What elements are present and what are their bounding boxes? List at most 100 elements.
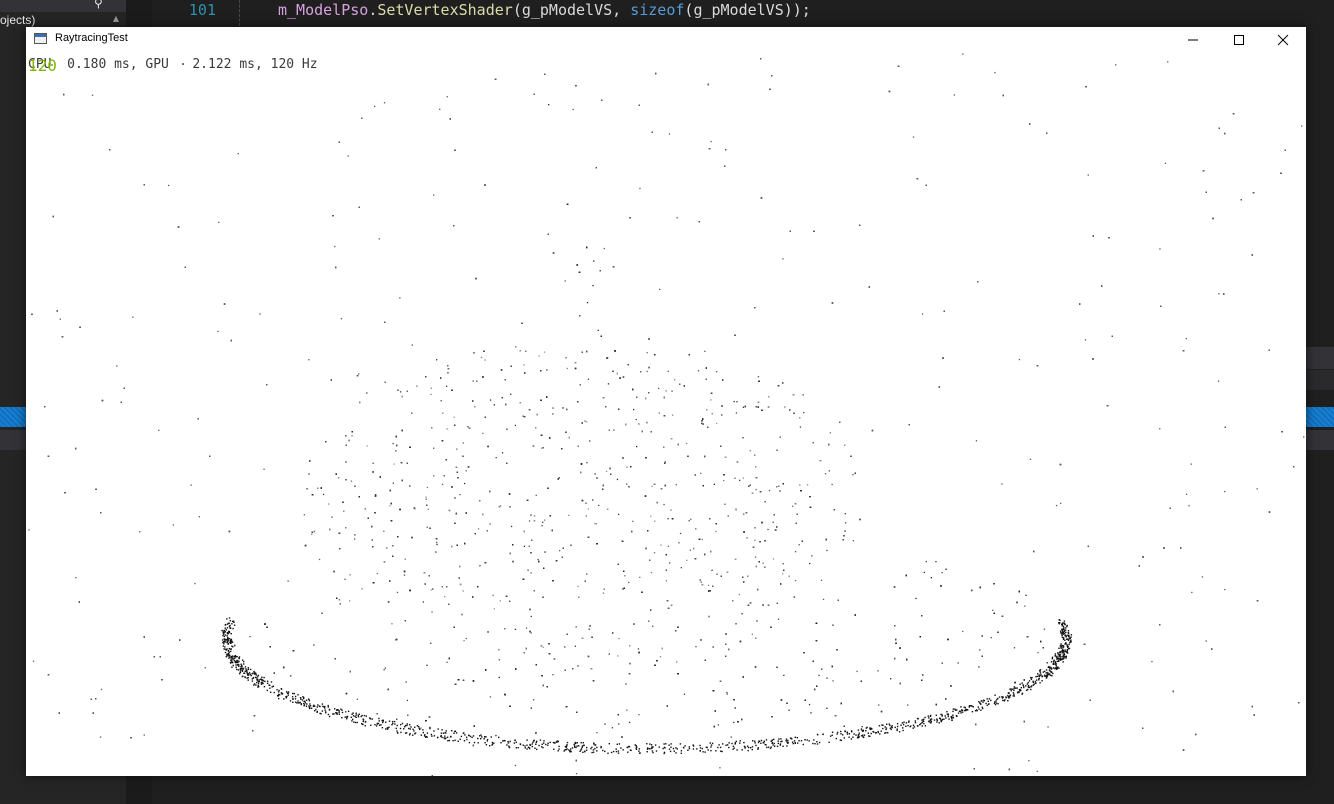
scene-sample-dot <box>1047 726 1049 728</box>
scene-sample-dot <box>375 494 377 496</box>
scene-sample-dot <box>607 383 610 385</box>
scene-sample-dot <box>633 408 635 411</box>
solution-tree-item[interactable]: ojects) <box>0 13 35 27</box>
scene-sample-dot <box>510 525 513 528</box>
scene-sample-dot <box>396 718 398 720</box>
scene-sample-dot <box>338 599 341 601</box>
scene-sample-dot <box>975 440 978 442</box>
scene-sample-dot <box>628 721 631 723</box>
scene-sample-dot <box>639 576 641 578</box>
maximize-button[interactable] <box>1216 27 1262 53</box>
code-line[interactable]: m_ModelPso.SetVertexShader(g_pModelVS, s… <box>278 1 811 19</box>
scene-sample-dot <box>530 514 532 516</box>
scene-sample-dot <box>399 391 402 393</box>
scene-sample-dot <box>546 369 548 371</box>
scene-sample-dot <box>392 442 394 445</box>
scene-sample-dot <box>783 674 785 676</box>
scene-sample-dot <box>139 531 141 533</box>
scene-sample-dot <box>568 514 570 516</box>
scene-sample-dot <box>347 155 349 157</box>
scene-sample-dot <box>921 313 924 315</box>
scene-sample-dot <box>754 556 757 558</box>
scene-sample-dot <box>962 53 964 55</box>
scene-sample-dot <box>172 524 174 526</box>
scene-sample-dot <box>707 584 710 586</box>
scene-sample-dot <box>724 503 726 505</box>
scene-sample-dot <box>303 514 305 516</box>
scene-sample-dot <box>318 558 321 561</box>
scene-sample-dot <box>446 661 448 663</box>
app-icon[interactable] <box>34 33 47 44</box>
scene-sample-dot <box>431 611 433 613</box>
scene-sample-dot <box>809 562 811 565</box>
solution-search-bar[interactable]: ⚲ <box>0 0 126 12</box>
scene-sample-dot <box>372 462 374 464</box>
scene-sample-dot <box>667 545 669 547</box>
scene-sample-dot <box>349 574 351 576</box>
window-titlebar[interactable]: RaytracingTest <box>26 27 1306 53</box>
scene-sample-dot <box>527 569 529 571</box>
scene-sample-dot <box>648 392 650 394</box>
scene-sample-dot <box>420 727 422 729</box>
scene-sample-dot <box>584 420 586 422</box>
scene-sample-dot <box>607 508 609 510</box>
scene-sample-dot <box>824 473 827 475</box>
scene-sample-dot <box>772 558 775 560</box>
scene-sample-dot <box>803 412 805 414</box>
scene-sample-dot <box>198 516 200 518</box>
scene-sample-dot <box>1301 125 1303 127</box>
close-button[interactable] <box>1260 27 1306 53</box>
scene-sample-dot <box>99 736 102 738</box>
scene-sample-dot <box>1115 64 1117 66</box>
scene-sample-dot <box>542 646 544 648</box>
scene-sample-dot <box>577 585 579 588</box>
scene-sample-dot <box>726 691 728 694</box>
scene-sample-dot <box>979 649 981 651</box>
render-viewport[interactable]: CPU 0.180 ms, GPU 2.122 ms, 120 Hz 120 <box>26 53 1306 776</box>
scroll-up-arrow-icon[interactable]: ▲ <box>108 12 124 26</box>
search-icon[interactable]: ⚲ <box>94 0 108 10</box>
scene-sample-dot <box>828 470 830 472</box>
scene-sample-dot <box>564 280 566 282</box>
scene-sample-dot <box>746 537 748 539</box>
scene-sample-dot <box>132 316 134 318</box>
scene-sample-dot <box>668 133 671 135</box>
scene-sample-dot <box>1191 591 1193 594</box>
minimize-button[interactable] <box>1170 27 1216 53</box>
scene-sample-dot <box>364 508 366 510</box>
scene-sample-dot <box>340 318 343 320</box>
scene-sample-dot <box>411 344 413 346</box>
scene-sample-dot <box>799 484 801 486</box>
scene-sample-dot <box>396 591 399 594</box>
scene-sample-dot <box>444 596 446 598</box>
scene-sample-dot <box>593 260 595 262</box>
scene-sample-dot <box>852 474 854 476</box>
scene-sample-dot <box>794 579 797 582</box>
scene-sample-dot <box>861 726 863 728</box>
scene-sample-dot <box>810 712 812 714</box>
scene-sample-dot <box>495 734 497 737</box>
scene-sample-dot <box>1084 339 1087 341</box>
scene-sample-dot <box>91 94 94 96</box>
scene-sample-dot <box>768 489 771 492</box>
scene-sample-dot <box>930 577 932 579</box>
scene-sample-dot <box>376 572 378 575</box>
scene-sample-dot <box>676 661 678 663</box>
scene-sample-dot <box>426 664 428 666</box>
scene-sample-dot <box>618 638 620 640</box>
scene-sample-dot <box>743 513 745 515</box>
scene-sample-dot <box>456 448 458 450</box>
scene-sample-dot <box>742 406 745 408</box>
scene-sample-dot <box>923 571 925 574</box>
scene-sample-dot <box>782 258 784 260</box>
app-window[interactable]: RaytracingTest CPU 0.180 ms, GPU 2.122 m… <box>26 27 1306 776</box>
scene-sample-dot <box>1201 576 1204 578</box>
scene-sample-dot <box>792 505 794 507</box>
scene-sample-dot <box>715 530 717 533</box>
scene-sample-dot <box>978 666 980 668</box>
scene-sample-dot <box>878 704 880 706</box>
scene-sample-dot <box>604 723 606 725</box>
scene-sample-dot <box>592 284 594 287</box>
scene-sample-dot <box>1190 463 1192 465</box>
scene-sample-dot <box>523 545 526 547</box>
